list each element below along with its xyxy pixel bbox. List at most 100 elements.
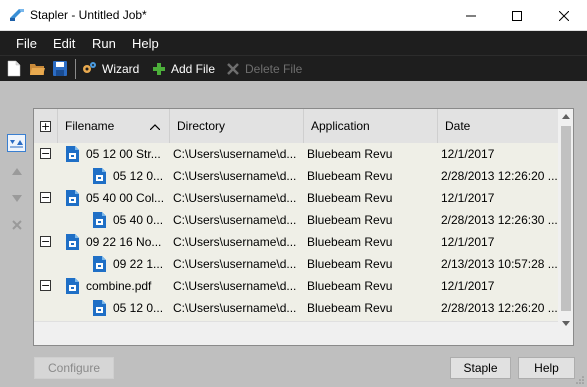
- cell-application: Bluebeam Revu: [307, 213, 393, 227]
- pdf-file-icon: [93, 168, 106, 184]
- pdf-file-icon: [66, 234, 79, 250]
- menu-run[interactable]: Run: [92, 36, 116, 51]
- cell-application: Bluebeam Revu: [307, 147, 393, 161]
- pdf-file-icon: [93, 256, 106, 272]
- minimize-icon: [466, 15, 476, 16]
- menu-bar: File Edit Run Help: [0, 31, 587, 55]
- cell-filename: combine.pdf: [86, 279, 152, 293]
- collapse-row-icon[interactable]: −: [40, 148, 51, 159]
- cell-filename: 09 22 1...: [113, 257, 164, 271]
- cell-date: 12/1/2017: [441, 191, 495, 205]
- grid-body: − 05 12 00 Str... C:\Users\username\d... Bl…: [34, 143, 558, 321]
- move-down-button[interactable]: [7, 189, 26, 207]
- table-row-group[interactable]: − 05 12 00 Str... C:\Users\username\d... Bl…: [34, 143, 558, 165]
- vertical-scrollbar[interactable]: [558, 109, 573, 345]
- column-header-date[interactable]: Date: [438, 109, 558, 143]
- cell-filename: 05 12 0...: [113, 301, 164, 315]
- column-label-date: Date: [445, 119, 471, 133]
- add-icon[interactable]: [151, 60, 167, 77]
- cell-application: Bluebeam Revu: [307, 191, 393, 205]
- cell-directory: C:\Users\username\d...: [173, 213, 297, 227]
- column-header-directory[interactable]: Directory: [170, 109, 304, 143]
- cell-application: Bluebeam Revu: [307, 301, 393, 315]
- column-header-application[interactable]: Application: [304, 109, 438, 143]
- delete-icon: [227, 63, 239, 75]
- collapse-row-icon[interactable]: −: [40, 192, 51, 203]
- minimize-button[interactable]: [448, 0, 494, 31]
- cell-directory: C:\Users\username\d...: [173, 279, 297, 293]
- cell-date: 2/28/2013 12:26:20 ...: [441, 169, 558, 183]
- column-header-filename[interactable]: Filename: [58, 109, 170, 143]
- cell-directory: C:\Users\username\d...: [173, 301, 297, 315]
- expand-all-icon[interactable]: +: [40, 121, 51, 132]
- cell-directory: C:\Users\username\d...: [173, 147, 297, 161]
- menu-help[interactable]: Help: [132, 36, 159, 51]
- scroll-thumb[interactable]: [561, 126, 571, 311]
- sort-button[interactable]: [7, 134, 26, 152]
- cell-filename: 05 40 0...: [113, 213, 164, 227]
- cell-filename: 05 12 00 Str...: [86, 147, 161, 161]
- close-button[interactable]: [541, 0, 587, 31]
- column-label-directory: Directory: [177, 119, 226, 133]
- table-row-child[interactable]: 05 12 0... C:\Users\username\d... Bluebeam…: [34, 297, 558, 319]
- table-row-child[interactable]: 05 40 0... C:\Users\username\d... Bluebeam…: [34, 209, 558, 231]
- remove-button[interactable]: [7, 216, 26, 234]
- table-row-child[interactable]: 09 22 1... C:\Users\username\d... Bluebeam…: [34, 253, 558, 275]
- maximize-button[interactable]: [494, 0, 540, 31]
- menu-file[interactable]: File: [16, 36, 37, 51]
- cell-filename: 05 12 0...: [113, 169, 164, 183]
- cell-date: 12/1/2017: [441, 279, 495, 293]
- pdf-file-icon: [66, 278, 79, 294]
- pdf-file-icon: [93, 300, 106, 316]
- stapler-app-icon: [10, 9, 24, 21]
- new-file-icon[interactable]: [6, 60, 22, 77]
- scroll-down-icon[interactable]: [562, 321, 570, 326]
- cell-application: Bluebeam Revu: [307, 279, 393, 293]
- delete-file-button: Delete File: [245, 62, 303, 76]
- cell-date: 2/28/2013 12:26:20 ...: [441, 301, 558, 315]
- maximize-icon: [512, 10, 522, 21]
- save-icon[interactable]: [52, 60, 68, 77]
- open-folder-icon[interactable]: [29, 60, 45, 77]
- arrow-down-icon: [11, 194, 22, 202]
- cell-application: Bluebeam Revu: [307, 257, 393, 271]
- column-label-filename: Filename: [65, 119, 115, 133]
- arrow-up-icon: [11, 167, 22, 175]
- collapse-row-icon[interactable]: −: [40, 280, 51, 291]
- add-file-button[interactable]: Add File: [171, 62, 215, 76]
- pdf-file-icon: [93, 212, 106, 228]
- window-title: Stapler - Untitled Job*: [30, 8, 147, 22]
- remove-icon: [11, 220, 22, 230]
- file-grid: + Filename Directory Application Date − 0…: [33, 108, 574, 346]
- sort-ascending-icon: [150, 124, 160, 130]
- pdf-file-icon: [66, 146, 79, 162]
- cell-directory: C:\Users\username\d...: [173, 235, 297, 249]
- wizard-button[interactable]: Wizard: [102, 62, 139, 76]
- cell-filename: 09 22 16 No...: [86, 235, 162, 249]
- cell-directory: C:\Users\username\d...: [173, 191, 297, 205]
- table-row-child[interactable]: 05 12 0... C:\Users\username\d... Bluebeam…: [34, 165, 558, 187]
- table-row-group[interactable]: − 05 40 00 Col... C:\Users\username\d... Bl…: [34, 187, 558, 209]
- table-row-group[interactable]: − 09 22 16 No... C:\Users\username\d... Blu…: [34, 231, 558, 253]
- scroll-up-icon[interactable]: [562, 114, 570, 119]
- cell-filename: 05 40 00 Col...: [86, 191, 165, 205]
- pdf-file-icon: [66, 190, 79, 206]
- staple-button[interactable]: Staple: [450, 357, 511, 379]
- table-row-group[interactable]: − combine.pdf C:\Users\username\d... Bluebe…: [34, 275, 558, 297]
- horizontal-scrollbar[interactable]: [34, 321, 558, 345]
- configure-button: Configure: [34, 357, 114, 379]
- resize-grip-icon[interactable]: [575, 375, 585, 385]
- cell-directory: C:\Users\username\d...: [173, 257, 297, 271]
- move-up-button[interactable]: [7, 162, 26, 180]
- sort-icon: [10, 140, 23, 148]
- cell-date: 2/13/2013 10:57:28 ...: [441, 257, 558, 271]
- column-label-application: Application: [311, 119, 370, 133]
- help-button[interactable]: Help: [518, 357, 575, 379]
- menu-edit[interactable]: Edit: [53, 36, 75, 51]
- cell-date: 2/28/2013 12:26:30 ...: [441, 213, 558, 227]
- expand-all-cell[interactable]: +: [34, 109, 58, 143]
- cell-directory: C:\Users\username\d...: [173, 169, 297, 183]
- collapse-row-icon[interactable]: −: [40, 236, 51, 247]
- wizard-icon[interactable]: [81, 60, 97, 77]
- toolbar-separator: [75, 59, 76, 79]
